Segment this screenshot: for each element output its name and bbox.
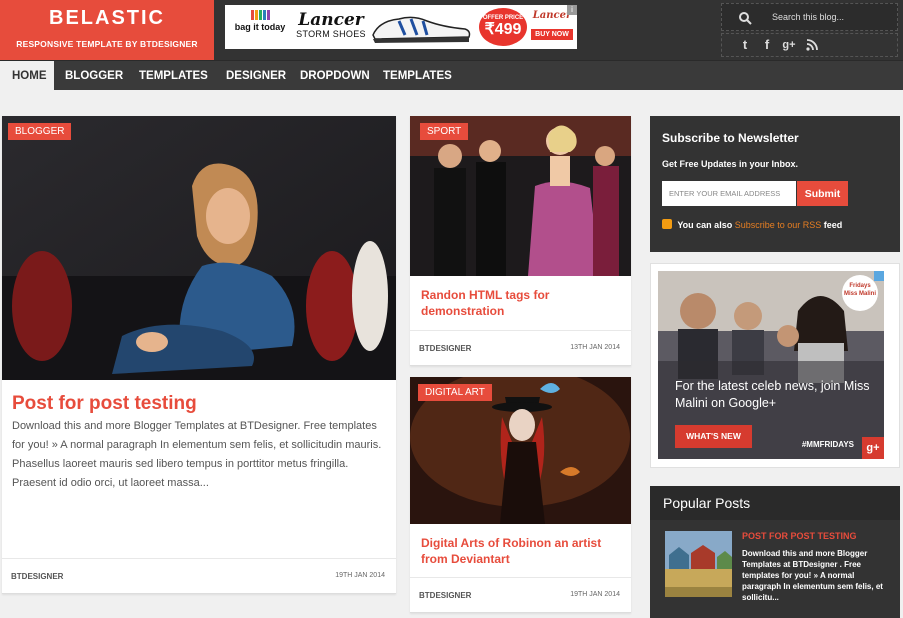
nav-dropdown[interactable]: DROPDOWN <box>300 61 370 91</box>
ad-brand1: bag it today <box>234 22 286 32</box>
category-badge[interactable]: DIGITAL ART <box>418 384 492 401</box>
facebook-icon[interactable]: f <box>760 38 774 52</box>
popular-posts-widget: Popular Posts POST FOR POST TESTING Down… <box>650 486 900 618</box>
rss-line: You can also Subscribe to our RSS feed <box>662 219 842 230</box>
post-title[interactable]: Digital Arts of Robinon an artist from D… <box>421 535 621 567</box>
lancer-logo: Lancer STORM SHOES <box>295 11 367 39</box>
post-date: 13TH JAN 2014 <box>570 344 620 351</box>
popular-posts-header: Popular Posts <box>650 486 900 520</box>
buy-now-button[interactable]: BUY NOW <box>531 29 573 40</box>
ad-info-icon[interactable]: i <box>567 5 577 15</box>
post-photo <box>410 116 631 276</box>
popular-post-thumbnail[interactable] <box>665 531 732 597</box>
post-card: BLOGGER Post for post testing Download t… <box>2 116 396 594</box>
post-title[interactable]: Randon HTML tags for demonstration <box>421 287 621 319</box>
rss-suffix: feed <box>823 220 843 230</box>
newsletter-title: Subscribe to Newsletter <box>662 131 799 145</box>
site-logo[interactable]: BELASTIC RESPONSIVE TEMPLATE BY BTDESIGN… <box>0 0 214 60</box>
email-field[interactable] <box>662 181 796 206</box>
submit-button[interactable]: Submit <box>797 181 848 206</box>
shoe-image <box>372 16 471 43</box>
google-plus-icon[interactable]: g+ <box>862 437 884 459</box>
offer-price: ₹499 <box>484 21 522 38</box>
category-badge[interactable]: BLOGGER <box>8 123 72 140</box>
post-author[interactable]: BTDESIGNER <box>419 591 471 600</box>
ad-brand2: Lancer <box>298 10 364 30</box>
post-card: SPORT Randon HTML tags for demonstration… <box>410 116 631 366</box>
rss-icon <box>662 219 672 229</box>
google-plus-icon[interactable]: g+ <box>782 38 796 52</box>
ad-image: Fridays Miss Malini For the latest celeb… <box>658 271 884 459</box>
post-date: 19TH JAN 2014 <box>335 572 385 579</box>
sidebar-ad[interactable]: Fridays Miss Malini For the latest celeb… <box>650 263 900 468</box>
miss-malini-logo: Fridays Miss Malini <box>842 275 878 311</box>
post-meta: BTDESIGNER 19TH JAN 2014 <box>2 558 396 593</box>
newsletter-subtitle: Get Free Updates in your Inbox. <box>662 159 799 169</box>
post-author[interactable]: BTDESIGNER <box>11 572 63 581</box>
post-meta: BTDESIGNER 13TH JAN 2014 <box>410 330 631 365</box>
popular-post-title[interactable]: POST FOR POST TESTING <box>742 531 857 541</box>
offer-price-badge: OFFER PRICE ₹499 <box>479 8 527 46</box>
header-ad-banner[interactable]: bag it today Lancer STORM SHOES OFFER PR… <box>225 5 577 49</box>
post-image[interactable] <box>410 116 631 276</box>
popular-post-photo <box>665 531 732 597</box>
ad-text: For the latest celeb news, join Miss Mal… <box>675 379 870 410</box>
search-icon[interactable] <box>738 11 752 25</box>
post-meta: BTDESIGNER 19TH JAN 2014 <box>410 577 631 612</box>
post-title[interactable]: Post for post testing <box>12 393 197 415</box>
search-input[interactable] <box>772 7 892 27</box>
nav-designer[interactable]: DESIGNER <box>226 61 286 91</box>
post-card: DIGITAL ART Digital Arts of Robinon an a… <box>410 377 631 613</box>
social-icons: t f g+ <box>721 33 898 57</box>
popular-post-excerpt: Download this and more Blogger Templates… <box>742 549 883 602</box>
rss-prefix: You can also <box>677 220 733 230</box>
newsletter-widget: Subscribe to Newsletter Get Free Updates… <box>650 116 900 252</box>
search-box <box>721 3 898 31</box>
post-date: 19TH JAN 2014 <box>570 591 620 598</box>
whats-new-button[interactable]: WHAT'S NEW <box>675 425 752 448</box>
category-badge[interactable]: SPORT <box>420 123 469 140</box>
bagittoday-logo: bag it today <box>231 10 289 44</box>
ad-hashtag: #MMFRIDAYS <box>801 440 854 449</box>
post-photo <box>2 116 396 380</box>
ad-choices-icon[interactable] <box>874 271 884 281</box>
rss-link[interactable]: Subscribe to our RSS <box>735 220 822 230</box>
post-author[interactable]: BTDESIGNER <box>419 344 471 353</box>
nav-templates[interactable]: TEMPLATES <box>139 61 208 91</box>
post-excerpt: Download this and more Blogger Templates… <box>12 420 382 489</box>
ad-brand2-sub: STORM SHOES <box>296 29 366 39</box>
twitter-icon[interactable]: t <box>738 38 752 52</box>
nav-blogger[interactable]: BLOGGER <box>65 61 123 91</box>
main-navigation: HOME BLOGGER TEMPLATES DESIGNER DROPDOWN… <box>0 60 903 91</box>
site-header: BELASTIC RESPONSIVE TEMPLATE BY BTDESIGN… <box>0 0 903 60</box>
rss-icon[interactable] <box>806 39 818 51</box>
nav-home[interactable]: HOME <box>0 61 54 91</box>
popular-posts-title: Popular Posts <box>663 495 751 511</box>
post-image[interactable] <box>2 116 396 380</box>
logo-title: BELASTIC <box>49 7 165 29</box>
logo-tagline: RESPONSIVE TEMPLATE BY BTDESIGNER <box>16 39 198 49</box>
nav-templates-2[interactable]: TEMPLATES <box>383 61 452 91</box>
